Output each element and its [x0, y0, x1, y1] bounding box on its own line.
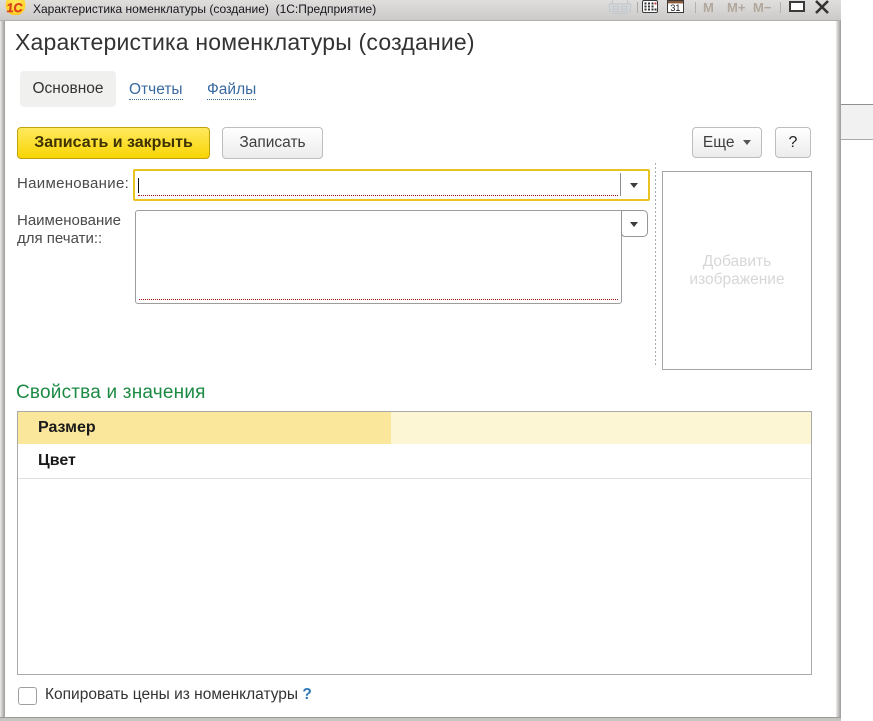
- svg-text:1С: 1С: [6, 1, 23, 15]
- svg-text:31: 31: [670, 3, 680, 13]
